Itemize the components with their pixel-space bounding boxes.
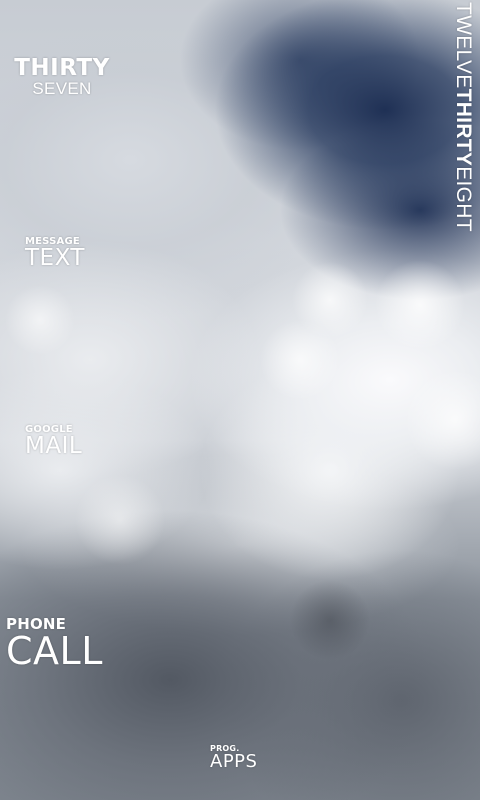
google-mail-shortcut[interactable]: GOOGLE MAIL: [25, 424, 82, 458]
programs-apps-label-big: APPS: [210, 751, 258, 772]
programs-apps-shortcut[interactable]: PROG. APPS: [210, 744, 257, 771]
vertical-clock-hour: TWELVE: [452, 2, 475, 89]
google-mail-label-big: MAIL: [25, 433, 83, 459]
cloud-wallpaper: [0, 0, 480, 800]
phone-call-label-big: CALL: [6, 629, 103, 673]
clock-widget-primary: THIRTY: [14, 55, 110, 81]
message-text-shortcut[interactable]: MESSAGE TEXT: [25, 236, 85, 270]
vertical-clock-next: EIGHT: [452, 166, 475, 232]
vertical-clock: TWELVETHIRTYEIGHT: [448, 2, 476, 242]
clock-widget-secondary: SEVEN: [32, 79, 92, 98]
home-screen: THIRTY SEVEN TWELVETHIRTYEIGHT MESSAGE T…: [0, 0, 480, 800]
vertical-clock-minute: THIRTY: [452, 88, 475, 167]
phone-call-shortcut[interactable]: PHONE CALL: [6, 616, 103, 670]
message-text-label-big: TEXT: [25, 245, 85, 271]
clock-widget[interactable]: THIRTY SEVEN: [12, 56, 112, 98]
